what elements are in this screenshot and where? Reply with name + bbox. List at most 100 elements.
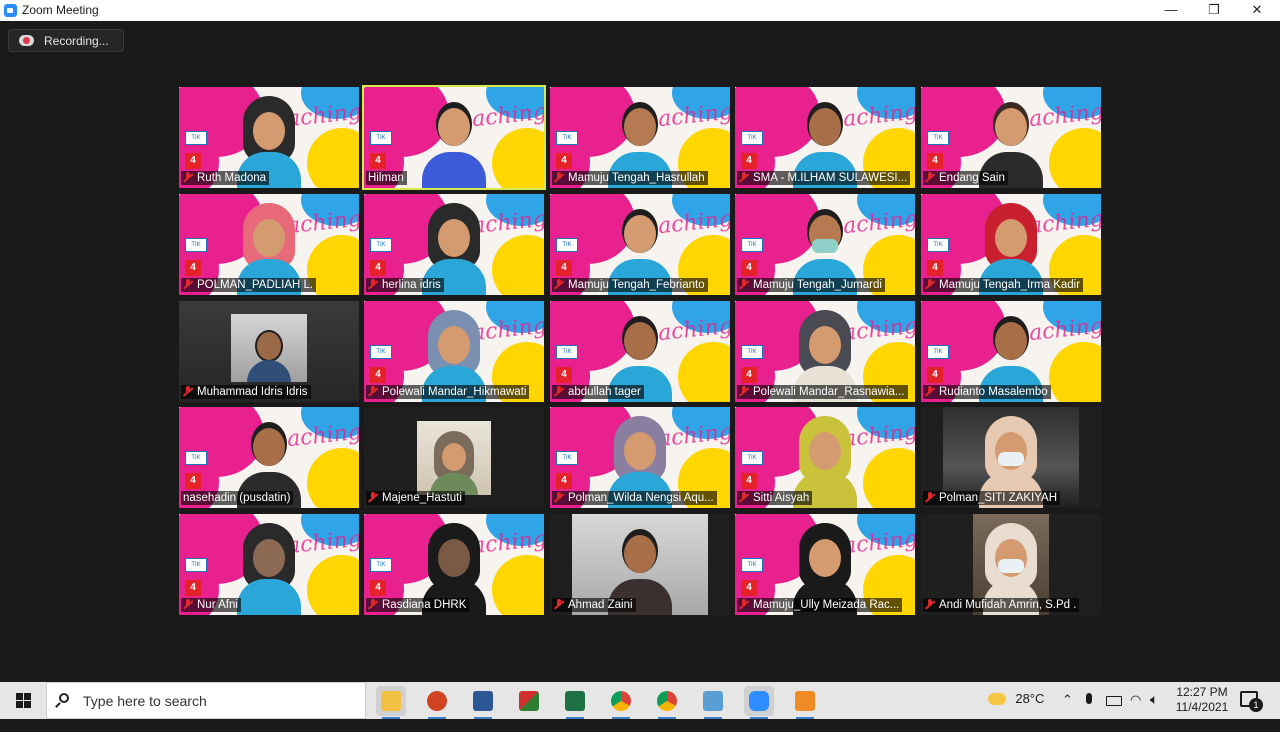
camera-feed	[231, 314, 307, 382]
video-tile[interactable]: Coaching TIK 4 Mamuju Tengah_Hasrullah	[550, 87, 730, 188]
app-icon[interactable]	[514, 686, 544, 716]
notification-count: 1	[1249, 698, 1263, 712]
wifi-icon[interactable]: ◠	[1130, 692, 1141, 729]
participant-name: POLMAN_PADLIAH L.	[181, 278, 317, 292]
mic-muted-icon	[183, 599, 193, 609]
meeting-area: Recording... Coaching TIK 4 Ruth Madona Co…	[0, 21, 1280, 682]
word-icon[interactable]	[468, 686, 498, 719]
mic-muted-icon	[554, 599, 564, 609]
participant-name: Ruth Madona	[181, 171, 270, 185]
chrome-icon[interactable]	[606, 686, 636, 719]
video-tile[interactable]: Coaching TIK 4 Polewali Mandar_Hikmawati	[364, 301, 544, 402]
mic-muted-icon	[739, 492, 749, 502]
chrome-icon[interactable]	[652, 686, 682, 719]
windows-start-button[interactable]	[0, 682, 46, 719]
video-tile[interactable]: Coaching TIK 4 Sitti Aisyah	[735, 407, 915, 508]
mic-muted-icon	[183, 279, 193, 289]
participant-name: Sitti Aisyah	[737, 491, 813, 505]
participant-name: Polewali Mandar_Rasnawia...	[737, 385, 908, 399]
mic-muted-icon	[925, 599, 935, 609]
participant-name: herlina idris	[366, 278, 444, 292]
minimize-button[interactable]: —	[1148, 0, 1194, 21]
title-bar: Zoom Meeting — ❐ ✕	[0, 0, 1280, 21]
mic-muted-icon	[739, 386, 749, 396]
video-tile[interactable]: Coaching TIK 4 Endang Sain	[921, 87, 1101, 188]
video-tile[interactable]: Coaching TIK 4 Mamuju Tengah_Febrianto	[550, 194, 730, 295]
search-placeholder: Type here to search	[83, 693, 207, 709]
video-tile[interactable]: Coaching TIK 4 herlina idris	[364, 194, 544, 295]
mic-muted-icon	[925, 172, 935, 182]
participant-name: Mamuju Tengah_Hasrullah	[552, 171, 708, 185]
participant-name: Mamuju Tengah_Febrianto	[552, 278, 708, 292]
mic-muted-icon	[554, 492, 564, 502]
video-tile[interactable]: Coaching TIK 4 Ruth Madona	[179, 87, 359, 188]
video-tile[interactable]: Coaching TIK 4 Nur Afni	[179, 514, 359, 615]
mic-muted-icon	[554, 172, 564, 182]
mic-muted-icon	[368, 386, 378, 396]
participant-name: Hilman	[366, 171, 407, 185]
participant-name: Rasdiana DHRK	[366, 598, 470, 612]
mic-muted-icon	[739, 279, 749, 289]
video-tile[interactable]: Coaching TIK 4 nasehadin (pusdatin)	[179, 407, 359, 508]
video-tile[interactable]: Polman_SITI ZAKIYAH	[921, 407, 1101, 508]
video-tile[interactable]: Andi Mufidah Amrin, S.Pd .	[921, 514, 1101, 615]
video-tile[interactable]: Coaching TIK 4 Mamuju Tengah_Irma Kadir	[921, 194, 1101, 295]
participant-name: Muhammad Idris Idris	[181, 385, 311, 399]
microphone-icon[interactable]	[1086, 693, 1092, 730]
notification-icon[interactable]: 1	[1240, 691, 1263, 712]
participant-name: SMA - M.ILHAM SULAWESI...	[737, 171, 911, 185]
powerpoint-icon[interactable]	[422, 686, 452, 719]
video-tile[interactable]: Coaching TIK 4 Polman_Wilda Nengsi Aqu...	[550, 407, 730, 508]
recording-indicator[interactable]: Recording...	[8, 29, 124, 52]
file-explorer-icon[interactable]	[376, 686, 406, 719]
video-tile[interactable]: Muhammad Idris Idris	[179, 301, 359, 402]
participant-name: Mamuju Tengah_Irma Kadir	[923, 278, 1084, 292]
battery-icon[interactable]	[1106, 695, 1122, 732]
video-tile[interactable]: Coaching TIK 4 Polewali Mandar_Rasnawia...	[735, 301, 915, 402]
video-tile[interactable]: Coaching TIK 4 Mamuju Tengah_Jumardi	[735, 194, 915, 295]
video-tile[interactable]: Coaching TIK 4 Rudianto Masalembo	[921, 301, 1101, 402]
zoom-icon[interactable]	[744, 686, 774, 719]
mic-muted-icon	[739, 599, 749, 609]
taskbar-search-box[interactable]: Type here to search	[46, 682, 366, 719]
close-button[interactable]: ✕	[1234, 0, 1280, 21]
participant-name: Polman_Wilda Nengsi Aqu...	[552, 491, 717, 505]
participant-video	[237, 523, 301, 615]
video-tile[interactable]: Coaching TIK 4 abdullah tager	[550, 301, 730, 402]
weather-icon[interactable]: 28°C	[988, 691, 1044, 728]
participant-name: Rudianto Masalembo	[923, 385, 1051, 399]
restore-button[interactable]: ❐	[1191, 0, 1237, 21]
camera-feed	[417, 421, 491, 495]
mic-muted-icon	[739, 172, 749, 182]
video-tile[interactable]: Coaching TIK 4 Mamuju_Ully Meizada Rac...	[735, 514, 915, 615]
participant-name: nasehadin (pusdatin)	[181, 491, 294, 505]
video-tile[interactable]: Majene_Hastuti	[364, 407, 544, 508]
participant-video	[422, 96, 486, 188]
video-tile[interactable]: Coaching TIK 4 Rasdiana DHRK	[364, 514, 544, 615]
participant-name: Andi Mufidah Amrin, S.Pd .	[923, 598, 1080, 612]
taskbar-clock[interactable]: 12:27 PM 11/4/2021	[1170, 685, 1234, 715]
participant-name: Ahmad Zaini	[552, 598, 636, 612]
recording-label: Recording...	[44, 34, 109, 48]
mic-muted-icon	[368, 492, 378, 502]
mic-muted-icon	[925, 386, 935, 396]
clock-time: 12:27 PM	[1176, 685, 1228, 699]
excel-icon[interactable]	[560, 686, 590, 719]
search-icon	[59, 693, 69, 703]
chevron-up-icon[interactable]: ⌃	[1062, 692, 1073, 729]
participant-name: Nur Afni	[181, 598, 241, 612]
weather-temp: 28°C	[1015, 691, 1045, 707]
participant-name: Mamuju_Ully Meizada Rac...	[737, 598, 903, 612]
video-tile[interactable]: Coaching TIK 4 SMA - M.ILHAM SULAWESI...	[735, 87, 915, 188]
volume-icon[interactable]: 🔈︎	[1150, 691, 1158, 728]
mic-muted-icon	[183, 172, 193, 182]
remote-desktop-icon[interactable]	[698, 686, 728, 719]
mic-muted-icon	[554, 279, 564, 289]
zoom-app-icon	[4, 4, 17, 17]
video-tile-active-speaker[interactable]: Coaching TIK 4 Hilman	[362, 85, 546, 190]
video-tile[interactable]: Coaching TIK 4 POLMAN_PADLIAH L.	[179, 194, 359, 295]
video-tile[interactable]: Ahmad Zaini	[550, 514, 730, 615]
participant-name: Endang Sain	[923, 171, 1008, 185]
mic-muted-icon	[183, 386, 193, 396]
app-icon[interactable]	[790, 686, 820, 719]
